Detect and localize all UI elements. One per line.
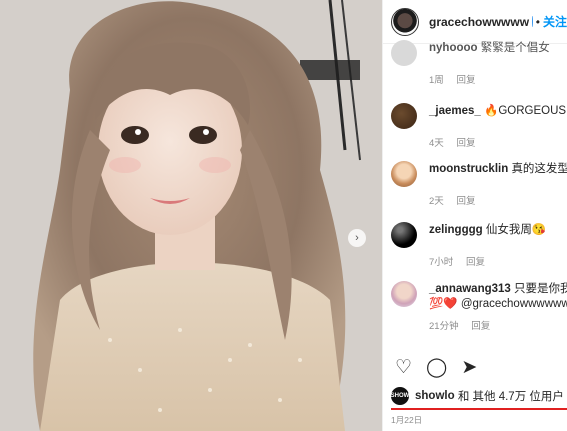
heart-icon[interactable]: ♡ (395, 358, 412, 378)
comment-time: 7小时 (429, 257, 454, 268)
comment-icon[interactable]: ◯ (426, 358, 447, 378)
comment-item: _annawang313 只要是你我 💯❤️ @gracechowwwwwwww… (391, 281, 567, 332)
action-bar: ♡ ◯ ➤ (395, 358, 477, 378)
comment-time: 1周 (429, 75, 444, 86)
portrait-image (0, 0, 382, 431)
comment-text: nyhoooo 緊緊是个倡女 (429, 42, 550, 54)
post-date: 1月22日 (391, 415, 423, 425)
comment-item: _jaemes_ 🔥GORGEOUS 4天 回复 (391, 103, 567, 149)
comment-meta: 7小时 回复 (429, 254, 567, 268)
liker-username[interactable]: showlo (415, 390, 455, 402)
author-avatar[interactable] (391, 7, 419, 36)
commenter-avatar[interactable] (391, 161, 417, 187)
post-header: gracechowwwww • 关注 (383, 0, 567, 44)
author-username[interactable]: gracechowwwww (429, 15, 529, 29)
comment-item: zelingggg 仙女我周😘 7小时 回复 (391, 222, 567, 268)
highlight-underline (391, 408, 567, 410)
verified-badge-icon (532, 14, 539, 27)
commenter-username[interactable]: nyhoooo (429, 42, 478, 54)
liker-avatar[interactable]: SHOW (391, 387, 409, 405)
carousel-next-button[interactable]: › (348, 229, 366, 247)
reply-button[interactable]: 回复 (471, 321, 490, 332)
reply-button[interactable]: 回复 (456, 196, 475, 207)
commenter-username[interactable]: zelingggg (429, 224, 483, 236)
post-photo: › (0, 0, 382, 431)
reply-button[interactable]: 回复 (466, 257, 485, 268)
comment-meta: 2天 回复 (429, 193, 567, 207)
comment-text: _annawang313 只要是你我 💯❤️ @gracechowwwwwwww (429, 281, 567, 312)
follow-button[interactable]: 关注 (543, 13, 567, 30)
comment-text: _jaemes_ 🔥GORGEOUS (429, 105, 567, 117)
comment-time: 2天 (429, 196, 444, 207)
comment-text: moonstrucklin 真的这发型 (429, 163, 567, 175)
comment-meta: 4天 回复 (429, 135, 567, 149)
likes-summary: SHOW showlo 和 其他 4.7万 位用户 (391, 387, 564, 405)
commenter-username[interactable]: _annawang313 (429, 283, 511, 295)
comment-text: zelingggg 仙女我周😘 (429, 224, 547, 236)
commenter-avatar[interactable] (391, 40, 417, 66)
comment-meta: 1周 回复 (429, 72, 567, 86)
comment-item: moonstrucklin 真的这发型 2天 回复 (391, 161, 567, 207)
comment-time: 4天 (429, 138, 444, 149)
comment-item: nyhoooo 緊緊是个倡女 1周 回复 (391, 40, 567, 86)
comment-meta: 21分钟 回复 (429, 318, 567, 332)
commenter-avatar[interactable] (391, 281, 417, 307)
comment-time: 21分钟 (429, 321, 459, 332)
commenter-avatar[interactable] (391, 222, 417, 248)
share-icon[interactable]: ➤ (461, 358, 477, 378)
likes-count-text[interactable]: 和 其他 4.7万 位用户 (458, 388, 564, 404)
commenter-avatar[interactable] (391, 103, 417, 129)
reply-button[interactable]: 回复 (456, 75, 475, 86)
reply-button[interactable]: 回复 (456, 138, 475, 149)
comment-text-line2: 💯❤️ @gracechowwwwwwww (429, 298, 567, 310)
commenter-username[interactable]: _jaemes_ (429, 105, 481, 117)
comment-panel: gracechowwwww • 关注 nyhoooo 緊緊是个倡女 1周 回复 … (382, 0, 567, 431)
commenter-username[interactable]: moonstrucklin (429, 163, 508, 175)
chevron-right-icon: › (355, 232, 359, 244)
